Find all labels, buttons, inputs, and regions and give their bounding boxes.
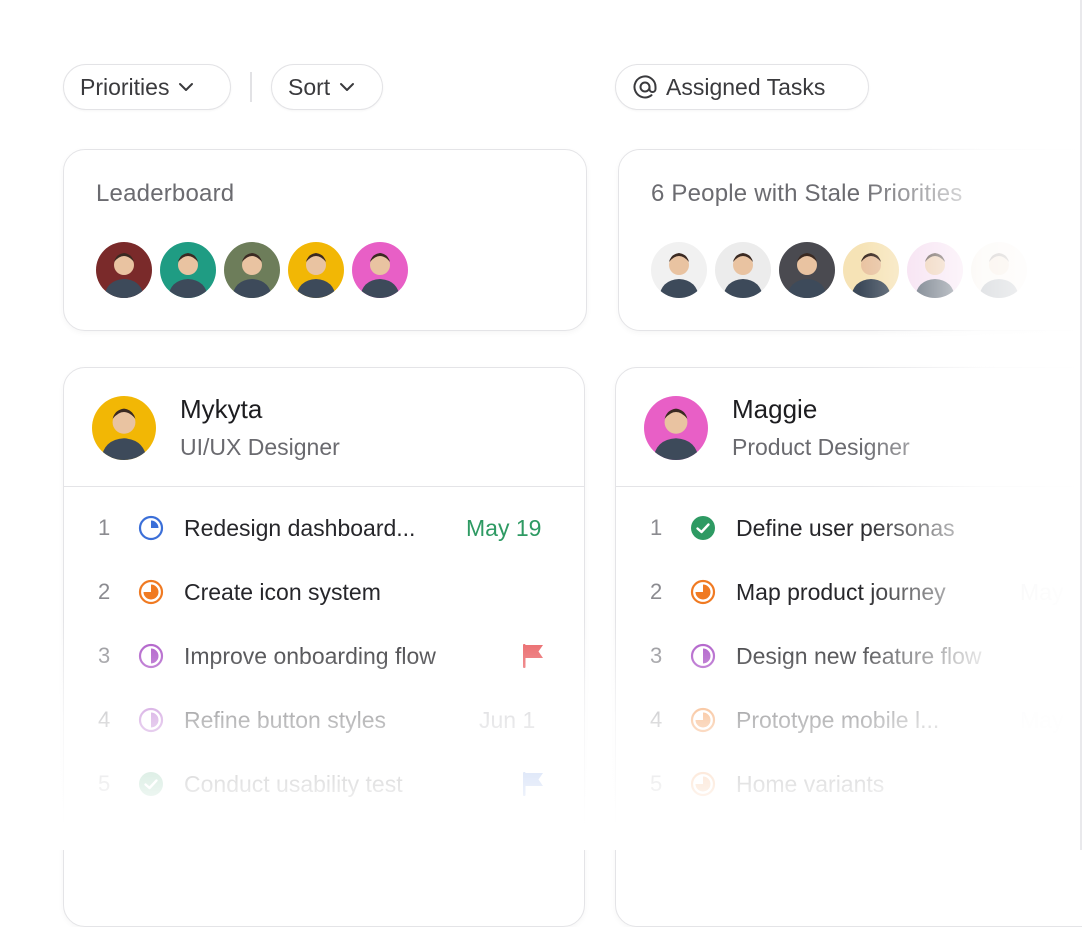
task-label: Define user personas bbox=[736, 514, 955, 541]
task-label: Improve onboarding flow bbox=[184, 642, 436, 669]
person-name: Mykyta bbox=[180, 394, 263, 424]
task-label: Create icon system bbox=[184, 578, 381, 605]
task-row[interactable]: 4 Prototype mobile l... May bbox=[616, 700, 1082, 740]
person-card-mykyta[interactable]: Mykyta UI/UX Designer 1 Redesign dashboard.… bbox=[63, 367, 585, 927]
leaderboard-avatar[interactable] bbox=[160, 242, 216, 298]
priorities-label: Priorities bbox=[80, 73, 170, 100]
chevron-down-icon bbox=[179, 83, 194, 91]
status-in-progress-quarter-icon[interactable] bbox=[138, 515, 164, 541]
task-due-date: May bbox=[1020, 706, 1064, 733]
task-row[interactable]: 2 Map product journey May bbox=[616, 572, 1082, 612]
person-name: Maggie bbox=[732, 394, 818, 424]
person-role: UI/UX Designer bbox=[180, 434, 340, 460]
status-done-icon[interactable] bbox=[138, 771, 164, 797]
status-done-icon[interactable] bbox=[690, 515, 716, 541]
stale-avatar[interactable] bbox=[907, 242, 963, 298]
task-due-date: May bbox=[1020, 578, 1064, 605]
profile-avatar[interactable] bbox=[92, 396, 156, 460]
task-label: Design new feature flow bbox=[736, 642, 982, 669]
task-label: Home variants bbox=[736, 770, 885, 797]
task-row[interactable]: 5 Home variants bbox=[616, 764, 1082, 804]
task-number: 4 bbox=[650, 707, 663, 732]
person-role: Product Designer bbox=[732, 434, 910, 460]
task-number: 2 bbox=[98, 579, 111, 604]
task-row[interactable]: 2 Create icon system bbox=[64, 572, 584, 612]
status-in-progress-three-quarter-icon[interactable] bbox=[690, 707, 716, 733]
leaderboard-avatar[interactable] bbox=[352, 242, 408, 298]
task-number: 1 bbox=[650, 515, 663, 540]
task-row[interactable]: 5 Conduct usability test bbox=[64, 764, 584, 804]
leaderboard-avatar[interactable] bbox=[224, 242, 280, 298]
profile-avatar[interactable] bbox=[644, 396, 708, 460]
leaderboard-avatars bbox=[96, 242, 408, 298]
task-row[interactable]: 1 Define user personas bbox=[616, 508, 1082, 548]
stale-avatar[interactable] bbox=[971, 242, 1027, 298]
assigned-tasks-filter[interactable]: Assigned Tasks bbox=[615, 64, 869, 110]
flag-icon[interactable] bbox=[520, 770, 546, 798]
task-number: 2 bbox=[650, 579, 663, 604]
leaderboard-avatar[interactable] bbox=[96, 242, 152, 298]
status-in-progress-half-icon[interactable] bbox=[690, 643, 716, 669]
leaderboard-card[interactable]: Leaderboard bbox=[63, 149, 587, 331]
status-in-progress-three-quarter-icon[interactable] bbox=[690, 771, 716, 797]
stale-priorities-card[interactable]: 6 People with Stale Priorities bbox=[618, 149, 1082, 331]
task-label: Map product journey bbox=[736, 578, 946, 605]
status-in-progress-three-quarter-icon[interactable] bbox=[138, 579, 164, 605]
stale-avatar[interactable] bbox=[843, 242, 899, 298]
task-number: 1 bbox=[98, 515, 111, 540]
sort-label: Sort bbox=[288, 73, 331, 100]
task-number: 3 bbox=[98, 643, 111, 668]
person-card-maggie[interactable]: Maggie Product Designer 1 Define user perso… bbox=[615, 367, 1082, 927]
card-divider bbox=[616, 486, 1082, 487]
stale-avatar[interactable] bbox=[779, 242, 835, 298]
stale-avatar[interactable] bbox=[715, 242, 771, 298]
stale-avatar[interactable] bbox=[651, 242, 707, 298]
task-number: 3 bbox=[650, 643, 663, 668]
task-label: Redesign dashboard... bbox=[184, 514, 416, 541]
task-due-date: Jun 1 bbox=[479, 706, 536, 733]
task-number: 4 bbox=[98, 707, 111, 732]
priorities-dropdown[interactable]: Priorities bbox=[63, 64, 231, 110]
at-sign-icon bbox=[633, 75, 657, 99]
stale-priorities-title: 6 People with Stale Priorities bbox=[651, 180, 963, 207]
task-row[interactable]: 1 Redesign dashboard... May 19 bbox=[64, 508, 584, 548]
task-label: Refine button styles bbox=[184, 706, 387, 733]
stale-priorities-avatars bbox=[651, 242, 1027, 298]
task-row[interactable]: 4 Refine button styles Jun 1 bbox=[64, 700, 584, 740]
flag-icon[interactable] bbox=[520, 642, 546, 670]
leaderboard-title: Leaderboard bbox=[96, 180, 235, 207]
status-in-progress-three-quarter-icon[interactable] bbox=[690, 579, 716, 605]
task-number: 5 bbox=[650, 771, 663, 796]
task-label: Conduct usability test bbox=[184, 770, 403, 797]
task-label: Prototype mobile l... bbox=[736, 706, 940, 733]
leaderboard-avatar[interactable] bbox=[288, 242, 344, 298]
assigned-tasks-label: Assigned Tasks bbox=[666, 73, 826, 100]
task-row[interactable]: 3 Improve onboarding flow bbox=[64, 636, 584, 676]
status-in-progress-half-icon[interactable] bbox=[138, 707, 164, 733]
toolbar-divider bbox=[250, 72, 252, 102]
task-due-date: May 19 bbox=[466, 514, 542, 541]
task-row[interactable]: 3 Design new feature flow bbox=[616, 636, 1082, 676]
sort-dropdown[interactable]: Sort bbox=[271, 64, 383, 110]
status-in-progress-half-icon[interactable] bbox=[138, 643, 164, 669]
task-number: 5 bbox=[98, 771, 111, 796]
chevron-down-icon bbox=[340, 83, 355, 91]
card-divider bbox=[64, 486, 584, 487]
